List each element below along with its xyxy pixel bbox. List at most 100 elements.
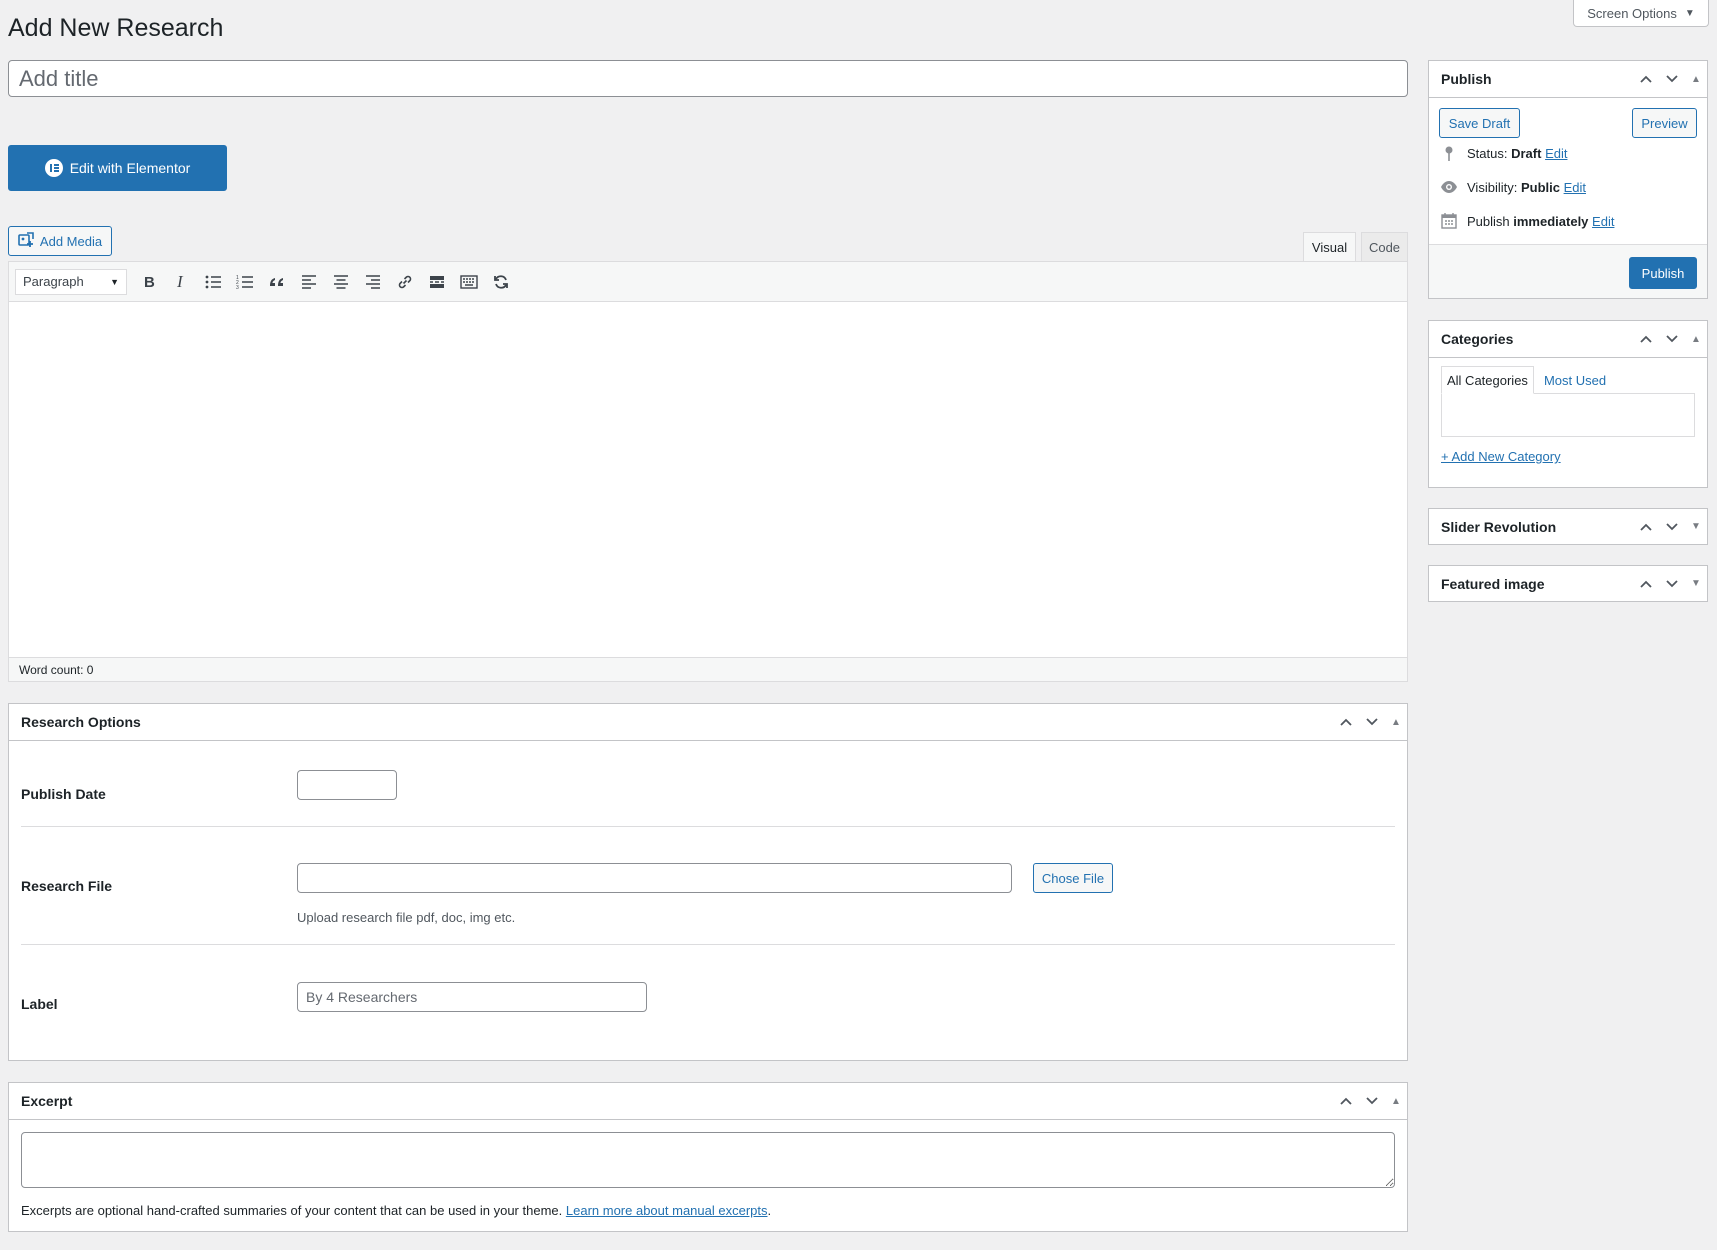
edit-with-elementor-button[interactable]: Edit with Elementor	[8, 145, 227, 191]
edit-status-link[interactable]: Edit	[1545, 146, 1567, 161]
category-checklist	[1441, 393, 1695, 437]
collapse-toggle-icon[interactable]: ▲	[1385, 704, 1407, 740]
tab-all-categories[interactable]: All Categories	[1441, 366, 1534, 394]
excerpt-textarea[interactable]	[21, 1132, 1395, 1188]
collapse-toggle-icon[interactable]: ▲	[1685, 321, 1707, 357]
bullet-list-icon[interactable]	[198, 267, 228, 297]
screen-options-button[interactable]: Screen Options ▼	[1573, 0, 1709, 27]
handle-actions: ▼	[1633, 509, 1707, 544]
label-input[interactable]	[297, 982, 647, 1012]
elementor-button-label: Edit with Elementor	[69, 160, 191, 176]
move-down-icon[interactable]	[1359, 704, 1385, 740]
schedule-row: Publish immediately Edit	[1439, 211, 1614, 231]
add-new-category-link[interactable]: + Add New Category	[1441, 449, 1561, 464]
featured-image-title: Featured image	[1441, 575, 1545, 592]
link-icon[interactable]	[390, 267, 420, 297]
publish-date-label: Publish Date	[21, 786, 106, 802]
research-file-input[interactable]	[297, 863, 1012, 893]
label-label: Label	[21, 996, 58, 1012]
move-up-icon[interactable]	[1333, 1083, 1359, 1119]
publish-box: Publish ▲ Save Draft Preview Status: Dra…	[1428, 60, 1708, 299]
numbered-list-icon[interactable]: 123	[230, 267, 260, 297]
tab-most-used[interactable]: Most Used	[1534, 366, 1611, 394]
bold-icon[interactable]: B	[134, 267, 164, 297]
svg-text:B: B	[144, 274, 155, 291]
divider	[21, 826, 1395, 827]
publish-header: Publish ▲	[1429, 61, 1707, 98]
edit-schedule-link[interactable]: Edit	[1592, 214, 1614, 229]
refresh-icon[interactable]	[486, 267, 516, 297]
caret-down-icon: ▼	[110, 276, 119, 287]
editor-toolbar: Paragraph ▼ B I 123	[9, 262, 1407, 302]
status-row: Status: Draft Edit	[1439, 143, 1567, 163]
elementor-icon	[44, 159, 63, 177]
excerpt-title: Excerpt	[21, 1093, 73, 1109]
move-up-icon[interactable]	[1633, 61, 1659, 97]
word-count: Word count: 0	[19, 662, 94, 677]
collapse-toggle-icon[interactable]: ▲	[1685, 61, 1707, 97]
learn-more-excerpts-link[interactable]: Learn more about manual excerpts	[566, 1203, 768, 1218]
visibility-label: Visibility:	[1467, 179, 1518, 195]
move-up-icon[interactable]	[1633, 509, 1659, 544]
research-options-title: Research Options	[21, 714, 141, 730]
preview-button[interactable]: Preview	[1632, 108, 1697, 138]
expand-toggle-icon[interactable]: ▼	[1685, 566, 1707, 601]
add-media-button[interactable]: Add Media	[8, 226, 112, 256]
add-media-label: Add Media	[39, 233, 103, 249]
move-down-icon[interactable]	[1659, 566, 1685, 601]
chose-file-button[interactable]: Chose File	[1033, 863, 1113, 893]
schedule-label: Publish	[1467, 213, 1510, 229]
italic-icon[interactable]: I	[166, 267, 196, 297]
slider-revolution-title: Slider Revolution	[1441, 518, 1557, 535]
research-options-box: Research Options ▲ Publish Date Research…	[8, 703, 1408, 1061]
blockquote-icon[interactable]	[262, 267, 292, 297]
move-up-icon[interactable]	[1633, 566, 1659, 601]
excerpt-help-period: .	[767, 1203, 772, 1218]
format-select[interactable]: Paragraph ▼	[15, 268, 127, 295]
title-input[interactable]	[8, 60, 1408, 97]
excerpt-box: Excerpt ▲ Excerpts are optional hand-cra…	[8, 1082, 1408, 1232]
align-right-icon[interactable]	[358, 267, 388, 297]
move-down-icon[interactable]	[1659, 61, 1685, 97]
format-select-value: Paragraph	[23, 274, 84, 289]
excerpt-help-text: Excerpts are optional hand-crafted summa…	[21, 1203, 771, 1218]
tab-code[interactable]: Code	[1361, 232, 1408, 262]
slider-revolution-box: Slider Revolution ▼	[1428, 508, 1708, 545]
content-editor: Paragraph ▼ B I 123 Word count: 0	[8, 261, 1408, 682]
move-down-icon[interactable]	[1659, 509, 1685, 544]
status-text: Status: Draft Edit	[1467, 146, 1567, 161]
calendar-icon	[1439, 211, 1459, 231]
categories-box: Categories ▲ All Categories Most Used + …	[1428, 320, 1708, 488]
publish-actions: Publish	[1429, 244, 1707, 298]
excerpt-header: Excerpt ▲	[9, 1083, 1407, 1120]
add-media-icon	[18, 231, 34, 251]
handle-actions: ▼	[1633, 566, 1707, 601]
toolbar-toggle-icon[interactable]	[454, 267, 484, 297]
status-value: Draft	[1511, 145, 1542, 161]
align-left-icon[interactable]	[294, 267, 324, 297]
move-down-icon[interactable]	[1659, 321, 1685, 357]
move-down-icon[interactable]	[1359, 1083, 1385, 1119]
research-file-label: Research File	[21, 878, 113, 894]
save-draft-button[interactable]: Save Draft	[1439, 108, 1520, 138]
move-up-icon[interactable]	[1633, 321, 1659, 357]
move-up-icon[interactable]	[1333, 704, 1359, 740]
featured-image-box: Featured image ▼	[1428, 565, 1708, 602]
edit-visibility-link[interactable]: Edit	[1564, 180, 1586, 195]
publish-button[interactable]: Publish	[1629, 257, 1697, 289]
align-center-icon[interactable]	[326, 267, 356, 297]
expand-toggle-icon[interactable]: ▼	[1685, 509, 1707, 544]
tab-visual[interactable]: Visual	[1303, 232, 1356, 262]
collapse-toggle-icon[interactable]: ▲	[1385, 1083, 1407, 1119]
publish-date-input[interactable]	[297, 770, 397, 800]
handle-actions: ▲	[1333, 704, 1407, 740]
slider-revolution-header: Slider Revolution ▼	[1429, 509, 1707, 544]
caret-down-icon: ▼	[1684, 7, 1695, 19]
editor-content-area[interactable]	[9, 302, 1407, 657]
category-tabs: All Categories Most Used	[1441, 366, 1611, 394]
schedule-value: immediately	[1513, 213, 1589, 229]
screen-options-label: Screen Options	[1587, 5, 1677, 21]
read-more-icon[interactable]	[422, 267, 452, 297]
research-file-help: Upload research file pdf, doc, img etc.	[297, 910, 516, 925]
handle-actions: ▲	[1633, 61, 1707, 97]
